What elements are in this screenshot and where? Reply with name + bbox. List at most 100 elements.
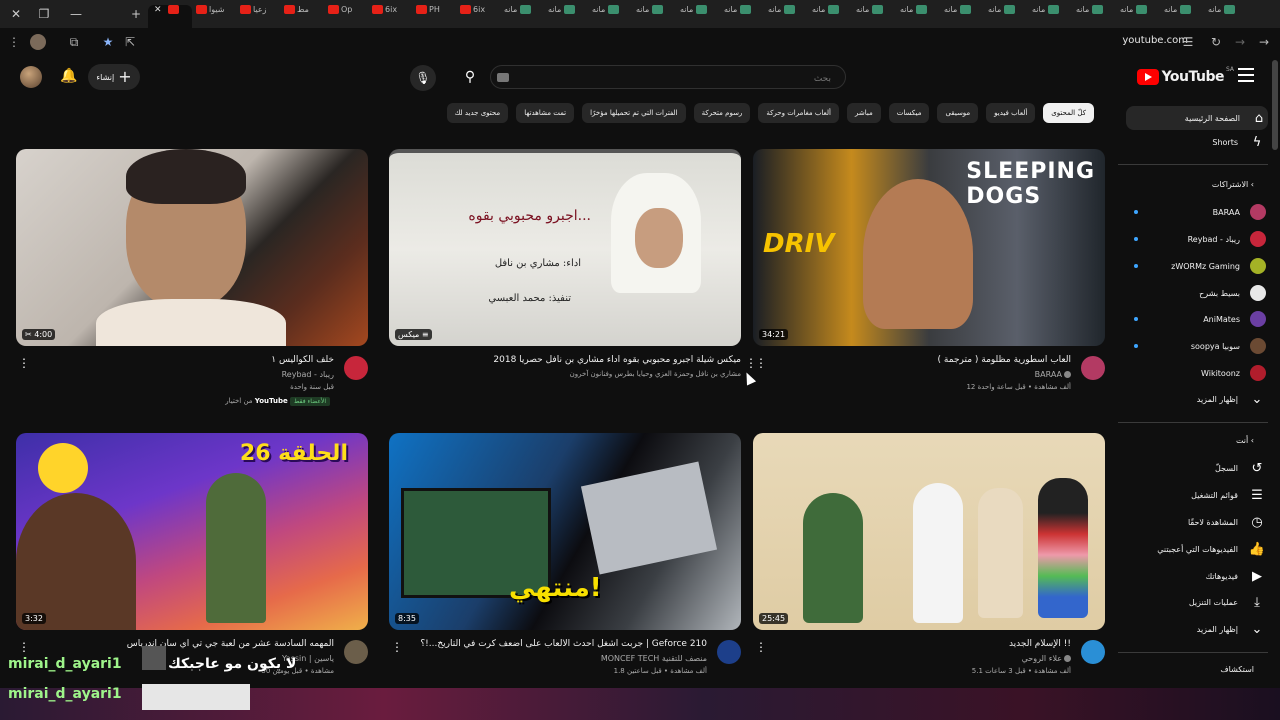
video-title[interactable]: خلف الكواليس ١ bbox=[34, 355, 334, 365]
channel-name[interactable]: MONCEF TECH منصف للتقنية bbox=[601, 654, 707, 663]
video-thumbnail[interactable]: منتهي! 8:35 bbox=[389, 433, 741, 630]
channel-name[interactable]: Reybad - ريباد bbox=[282, 370, 334, 379]
video-card[interactable]: 25:45 الإسلام الجديد !! علاء الروحي 5.1 … bbox=[753, 433, 1105, 700]
video-title[interactable]: ميكس شيلة اجبرو محبوبي بقوه اداء مشاري ب… bbox=[441, 355, 741, 365]
sidebar-item-downloads[interactable]: عمليات التنزيل ⤓ bbox=[1126, 590, 1266, 614]
browser-tab[interactable]: شيوا bbox=[196, 5, 232, 23]
browser-tab[interactable]: مانه bbox=[636, 5, 676, 23]
more-options-icon[interactable]: ⋮ bbox=[391, 640, 403, 654]
create-button[interactable]: إنشاء + bbox=[88, 64, 140, 90]
video-title[interactable]: ألعاب أسطورية مظلومة ( مترجمة ) bbox=[771, 355, 1071, 365]
sidebar-subscription[interactable]: AniMates bbox=[1126, 307, 1266, 331]
chip[interactable]: موسيقى bbox=[937, 103, 979, 123]
video-title[interactable]: الإسلام الجديد !! bbox=[771, 639, 1071, 649]
forward-icon[interactable]: → bbox=[1232, 34, 1248, 50]
more-options-icon[interactable]: ⋮ bbox=[755, 640, 767, 654]
extensions-icon[interactable]: ⧉ bbox=[66, 34, 82, 50]
sidebar-subscription[interactable]: zWORMz Gaming bbox=[1126, 254, 1266, 278]
search-icon[interactable]: ⚲ bbox=[456, 65, 484, 89]
browser-tab[interactable]: مانه bbox=[1208, 5, 1248, 23]
sidebar-subscription[interactable]: BARAA bbox=[1126, 200, 1266, 224]
video-thumbnail[interactable]: SLEEPING DOGS DRIV 34:21 bbox=[753, 149, 1105, 346]
sidebar-item-history[interactable]: السجلّ ↺ bbox=[1126, 456, 1266, 480]
channel-avatar[interactable] bbox=[344, 356, 368, 380]
browser-tab[interactable]: مانه bbox=[944, 5, 984, 23]
video-thumbnail[interactable]: الحلقة 26 3:32 bbox=[16, 433, 368, 630]
browser-tab[interactable]: مانه bbox=[856, 5, 896, 23]
channel-name[interactable]: مشاري بن نافل وحمزة العزي وحيايا بطرس وف… bbox=[570, 370, 741, 378]
video-card[interactable]: اجبرو محبوبي بقوه... اداء: مشاري بن نافل… bbox=[389, 149, 757, 416]
channel-name[interactable]: علاء الروحي bbox=[1022, 654, 1071, 663]
you-heading[interactable]: أنت ‹ bbox=[1236, 436, 1254, 445]
browser-menu-icon[interactable]: ⋮ bbox=[6, 34, 22, 50]
browser-tab[interactable]: مانه bbox=[680, 5, 720, 23]
close-tab-icon[interactable]: ✕ bbox=[154, 5, 162, 15]
video-thumbnail[interactable]: اجبرو محبوبي بقوه... اداء: مشاري بن نافل… bbox=[389, 149, 741, 346]
share-icon[interactable]: ⇱ bbox=[122, 34, 138, 50]
sidebar-item-watch-later[interactable]: المشاهدة لاحقًا ◷ bbox=[1126, 510, 1266, 534]
microphone-icon[interactable]: 🎙 bbox=[410, 65, 436, 91]
more-options-icon[interactable]: ⋮ bbox=[18, 356, 30, 370]
channel-avatar[interactable] bbox=[1081, 356, 1105, 380]
browser-tab[interactable]: زعيا bbox=[240, 5, 276, 23]
browser-tab-active[interactable]: ✕ bbox=[148, 5, 192, 28]
sidebar-subscription[interactable]: بسيط بشرح bbox=[1126, 281, 1266, 305]
chip-all[interactable]: كلّ المحتوى bbox=[1043, 103, 1094, 123]
browser-tab[interactable]: مانه bbox=[900, 5, 940, 23]
keyboard-icon[interactable] bbox=[497, 73, 509, 82]
sidebar-item-home[interactable]: الصفحة الرئيسية ⌂ bbox=[1126, 106, 1268, 130]
notifications-bell-icon[interactable]: 🔔 bbox=[60, 68, 77, 84]
chip[interactable]: ألعاب فيديو bbox=[986, 103, 1036, 123]
browser-tab[interactable]: مانه bbox=[768, 5, 808, 23]
chip[interactable]: محتوى جديد لك bbox=[446, 103, 509, 123]
browser-tab[interactable]: مانه bbox=[1032, 5, 1072, 23]
browser-tab[interactable]: PH bbox=[416, 5, 452, 23]
chip[interactable]: الفترات التي تم تحميلها مؤخرًا bbox=[582, 103, 686, 123]
video-title[interactable]: جربت أشغل أحدث الألعاب على أضعف كرت في ا… bbox=[407, 639, 707, 649]
video-card[interactable]: منتهي! 8:35 جربت أشغل أحدث الألعاب على أ… bbox=[389, 433, 741, 700]
video-card[interactable]: SLEEPING DOGS DRIV 34:21 ألعاب أسطورية مظ… bbox=[753, 149, 1105, 416]
browser-tab[interactable]: مانه bbox=[724, 5, 764, 23]
new-tab-icon[interactable]: + bbox=[126, 4, 146, 24]
more-options-icon[interactable]: ⋮ bbox=[745, 356, 757, 370]
browser-tab[interactable]: مانه bbox=[1164, 5, 1204, 23]
browser-tab[interactable]: مانه bbox=[988, 5, 1028, 23]
channel-avatar[interactable] bbox=[1081, 640, 1105, 664]
sidebar-item-your-videos[interactable]: فيديوهاتك ▶ bbox=[1126, 564, 1266, 588]
sidebar-subscription[interactable]: Reybad - ريباد bbox=[1126, 227, 1266, 251]
video-thumbnail[interactable]: 25:45 bbox=[753, 433, 1105, 630]
profile-icon[interactable] bbox=[30, 34, 46, 50]
minimize-window-icon[interactable]: — bbox=[66, 4, 86, 24]
reload-icon[interactable]: ↻ bbox=[1208, 34, 1224, 50]
chip[interactable]: ميكسات bbox=[888, 103, 930, 123]
channel-avatar[interactable] bbox=[344, 640, 368, 664]
sidebar-show-more-2[interactable]: إظهار المزيد ⌄ bbox=[1126, 617, 1266, 641]
bookmark-star-icon[interactable]: ★ bbox=[100, 34, 116, 50]
sidebar-show-more[interactable]: إظهار المزيد ⌄ bbox=[1126, 387, 1266, 411]
browser-tab[interactable]: مانه bbox=[548, 5, 588, 23]
browser-tab[interactable]: مانه bbox=[504, 5, 544, 23]
hamburger-menu-icon[interactable] bbox=[1238, 68, 1254, 82]
search-input[interactable] bbox=[491, 68, 845, 90]
youtube-logo[interactable]: YouTube SA bbox=[1136, 66, 1234, 86]
browser-tab[interactable]: 6ix bbox=[372, 5, 408, 23]
video-card[interactable]: ✂ 4:00 خلف الكواليس ١ Reybad - ريباد قبل… bbox=[16, 149, 368, 416]
back-icon[interactable]: → bbox=[1256, 34, 1272, 50]
sidebar-subscription[interactable]: Wikitoonz bbox=[1126, 361, 1266, 385]
browser-tab[interactable]: مط bbox=[284, 5, 320, 23]
url-text[interactable]: youtube.com bbox=[1122, 35, 1188, 46]
chip[interactable]: تمت مشاهدتها bbox=[516, 103, 575, 123]
scrollbar[interactable] bbox=[1272, 60, 1278, 150]
chip[interactable]: رسوم متحركة bbox=[693, 103, 751, 123]
browser-tab[interactable]: مانه bbox=[1076, 5, 1116, 23]
close-window-icon[interactable]: ✕ bbox=[6, 4, 26, 24]
sidebar-item-shorts[interactable]: Shorts ϟ bbox=[1126, 130, 1266, 154]
more-options-icon[interactable]: ⋮ bbox=[18, 640, 30, 654]
chip[interactable]: ألعاب مغامرات وحركة bbox=[758, 103, 840, 123]
sidebar-item-playlists[interactable]: قوائم التشغيل ☰ bbox=[1126, 483, 1266, 507]
browser-tab[interactable]: 6ix bbox=[460, 5, 496, 23]
subscriptions-heading[interactable]: الاشتراكات ‹ bbox=[1212, 180, 1254, 189]
video-thumbnail[interactable]: ✂ 4:00 bbox=[16, 149, 368, 346]
browser-tab[interactable]: مانه bbox=[1120, 5, 1160, 23]
video-title[interactable]: المهمه السادسة عشر من لعبة جي تي اي سان … bbox=[34, 639, 334, 649]
